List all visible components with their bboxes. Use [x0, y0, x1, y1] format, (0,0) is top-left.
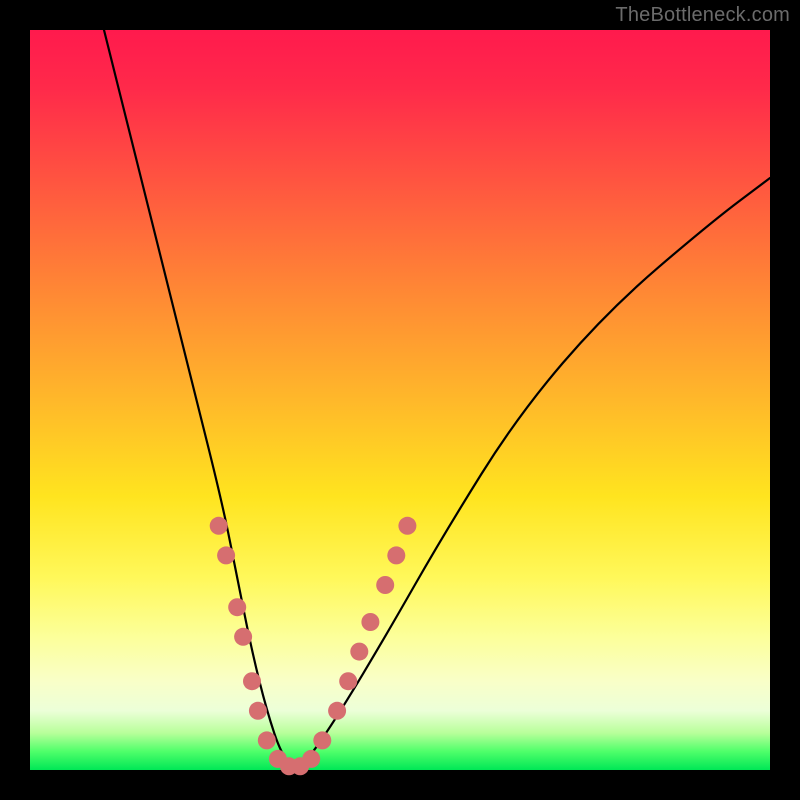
marker-dot [249, 702, 267, 720]
marker-dot [387, 546, 405, 564]
watermark-text: TheBottleneck.com [615, 4, 790, 27]
chart-frame: TheBottleneck.com [0, 0, 800, 800]
marker-dot [328, 702, 346, 720]
highlight-dots [210, 517, 417, 776]
marker-dot [313, 731, 331, 749]
marker-dot [228, 598, 246, 616]
marker-dot [339, 672, 357, 690]
marker-dot [302, 750, 320, 768]
marker-dot [376, 576, 394, 594]
marker-dot [243, 672, 261, 690]
marker-dot [350, 643, 368, 661]
chart-svg [30, 30, 770, 770]
marker-dot [258, 731, 276, 749]
marker-dot [234, 628, 252, 646]
plot-area [30, 30, 770, 770]
bottleneck-curve [104, 30, 770, 766]
marker-dot [210, 517, 228, 535]
marker-dot [361, 613, 379, 631]
marker-dot [217, 546, 235, 564]
marker-dot [398, 517, 416, 535]
